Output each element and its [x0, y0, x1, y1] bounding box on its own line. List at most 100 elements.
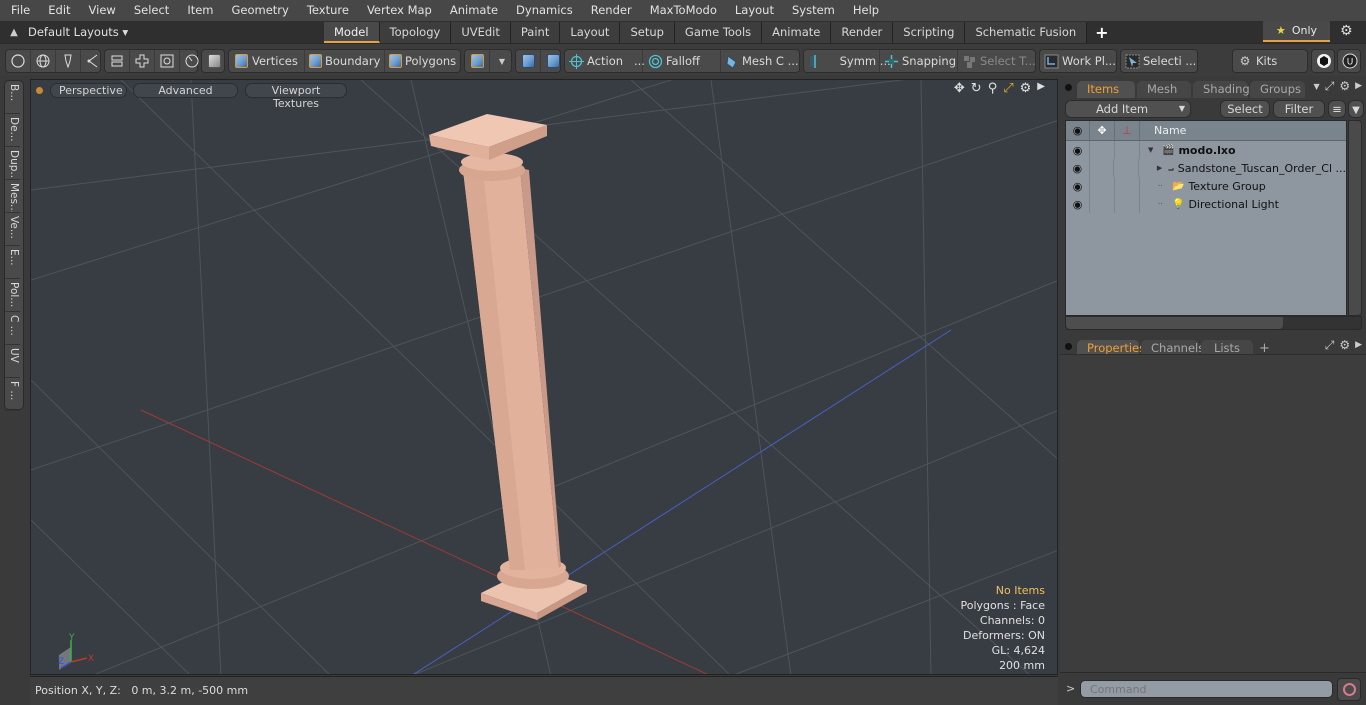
tab-paint[interactable]: Paint	[510, 21, 561, 43]
panel-menu-dot[interactable]	[1065, 84, 1072, 91]
tab-animate[interactable]: Animate	[762, 21, 832, 43]
layout-collapse-icon[interactable]: ▲	[0, 27, 28, 38]
tree-row[interactable]: ◉ ·· 📂 Texture Group	[1066, 177, 1346, 195]
tree-vertical-scrollbar[interactable]	[1348, 120, 1362, 316]
tab-schematic-fusion[interactable]: Schematic Fusion	[965, 21, 1088, 43]
item-mode-button[interactable]	[202, 50, 226, 72]
vertices-button[interactable]: Vertices	[229, 50, 305, 72]
rotate-icon[interactable]: ↻	[971, 81, 982, 96]
panel-maximize-icon[interactable]: ⤢	[1325, 79, 1335, 94]
menu-file[interactable]: File	[0, 0, 37, 21]
tree-row[interactable]: ◉ ▶ ⨼ Sandstone_Tuscan_Order_Cl ...	[1066, 159, 1346, 177]
viewport-menu-dot[interactable]	[36, 86, 43, 94]
menu-view[interactable]: View	[78, 0, 123, 21]
select-through-button[interactable]: Select T...	[958, 50, 1036, 72]
zoom-icon[interactable]: ⚲	[988, 81, 998, 96]
shading-mode-button[interactable]: Advanced	[133, 82, 238, 98]
visibility-toggle[interactable]: ◉	[1066, 177, 1090, 195]
tab-topology[interactable]: Topology	[379, 21, 452, 43]
left-tab-duplicate[interactable]: Dup...	[5, 147, 20, 180]
menu-maxtomodo[interactable]: MaxToModo	[639, 0, 724, 21]
material-dropdown-button[interactable]: ▼	[490, 50, 514, 72]
tab-setup[interactable]: Setup	[620, 21, 675, 43]
tree-scroll-thumb[interactable]	[1066, 317, 1283, 329]
snapping-button[interactable]: Snapping	[880, 50, 958, 72]
left-tab-polygon[interactable]: Pol...	[5, 279, 20, 312]
menu-texture[interactable]: Texture	[296, 0, 356, 21]
visibility-column[interactable]: ◉	[1066, 121, 1090, 140]
selection-sets-button[interactable]: Selecti ...	[1121, 50, 1197, 72]
lock-toggle[interactable]	[1090, 177, 1115, 195]
menu-render[interactable]: Render	[580, 0, 639, 21]
select-button[interactable]: Select	[1220, 100, 1270, 118]
funnel-filter-button[interactable]: ▼	[1348, 100, 1364, 118]
visibility-toggle[interactable]: ◉	[1066, 141, 1090, 159]
menu-layout[interactable]: Layout	[724, 0, 781, 21]
pivot-transform-button[interactable]	[541, 50, 565, 72]
unreal-button[interactable]: U	[1338, 50, 1362, 72]
properties-maximize-icon[interactable]: ⤢	[1325, 338, 1335, 353]
menu-animate[interactable]: Animate	[439, 0, 505, 21]
left-tab-mesh-edit[interactable]: Mes...	[5, 180, 20, 213]
unity-button[interactable]	[1312, 50, 1336, 72]
record-macro-button[interactable]	[1337, 678, 1361, 701]
left-tab-uv[interactable]: UV	[5, 345, 20, 378]
panel-expand-icon[interactable]: ▶	[1355, 81, 1362, 94]
only-filter-button[interactable]: ★ Only	[1263, 21, 1330, 42]
boundary-button[interactable]: Boundary	[305, 50, 385, 72]
tab-render[interactable]: Render	[831, 21, 894, 43]
tree-item-label[interactable]: ▼ 🎬 modo.lxo	[1140, 141, 1236, 159]
visibility-toggle[interactable]: ◉	[1066, 195, 1090, 213]
viewport-gear-icon[interactable]: ⚙	[1020, 81, 1032, 96]
tool-cross-button[interactable]	[130, 50, 155, 72]
layout-select[interactable]: Default Layouts ▾	[28, 25, 324, 39]
filter-button[interactable]: Filter	[1273, 100, 1325, 118]
left-tab-basic[interactable]: B...	[5, 81, 20, 114]
tree-item-label[interactable]: ·· 💡 Directional Light	[1140, 195, 1279, 213]
properties-menu-dot[interactable]	[1065, 343, 1072, 350]
tab-groups[interactable]: Groups	[1250, 81, 1305, 98]
lock-toggle[interactable]	[1090, 195, 1115, 213]
expand-toggle-icon[interactable]: ▶	[1157, 164, 1168, 172]
menu-help[interactable]: Help	[842, 0, 886, 21]
command-input[interactable]	[1080, 680, 1333, 698]
tool-frame-button[interactable]	[155, 50, 180, 72]
tab-model[interactable]: Model	[324, 21, 380, 43]
texture-mode-button[interactable]: Viewport Textures	[245, 82, 347, 110]
expand-toggle-icon[interactable]: ▼	[1148, 146, 1162, 154]
axis-column[interactable]: ⊥	[1115, 121, 1140, 140]
lock-toggle[interactable]	[1090, 141, 1115, 159]
menu-dynamics[interactable]: Dynamics	[505, 0, 580, 21]
axis-toggle[interactable]	[1115, 141, 1140, 159]
add-tab-button[interactable]: +	[1087, 23, 1116, 42]
lock-column[interactable]: ✥	[1090, 121, 1115, 140]
tab-scripting[interactable]: Scripting	[893, 21, 966, 43]
maximize-icon[interactable]: ⤢	[1003, 81, 1013, 96]
polygons-button[interactable]: Polygons	[385, 50, 460, 72]
tree-horizontal-scrollbar[interactable]	[1065, 316, 1362, 330]
name-column[interactable]: Name	[1140, 121, 1346, 140]
auto-transform-button[interactable]	[516, 50, 541, 72]
tab-mesh[interactable]: Mesh ...	[1137, 81, 1191, 112]
menu-select[interactable]: Select	[123, 0, 176, 21]
mesh-constraints-button[interactable]: Mesh C ...	[721, 50, 799, 72]
list-options-button[interactable]: ≡	[1328, 100, 1346, 118]
select-path-button[interactable]	[81, 50, 105, 72]
left-tab-curve[interactable]: C ...	[5, 312, 20, 345]
kits-button[interactable]: ⚙ Kits	[1233, 50, 1307, 72]
falloff-button[interactable]: Falloff	[643, 50, 721, 72]
tree-row[interactable]: ◉ ·· 💡 Directional Light	[1066, 195, 1346, 213]
tree-item-label[interactable]: ▶ ⨼ Sandstone_Tuscan_Order_Cl ...	[1139, 159, 1346, 177]
expand-toggle-icon[interactable]: ··	[1158, 200, 1172, 208]
work-plane-button[interactable]: Work Pl...	[1040, 50, 1116, 72]
tab-layout[interactable]: Layout	[560, 21, 621, 43]
left-tab-deform[interactable]: De...	[5, 114, 20, 147]
select-pen-button[interactable]	[56, 50, 81, 72]
properties-gear-icon[interactable]: ⚙	[1339, 338, 1350, 353]
pan-icon[interactable]: ✥	[954, 81, 965, 96]
tool-align-button[interactable]	[105, 50, 130, 72]
gear-icon[interactable]: ⚙	[1340, 23, 1353, 39]
tab-shading[interactable]: Shading	[1193, 81, 1250, 98]
menu-geometry[interactable]: Geometry	[221, 0, 296, 21]
axis-toggle[interactable]	[1115, 195, 1140, 213]
